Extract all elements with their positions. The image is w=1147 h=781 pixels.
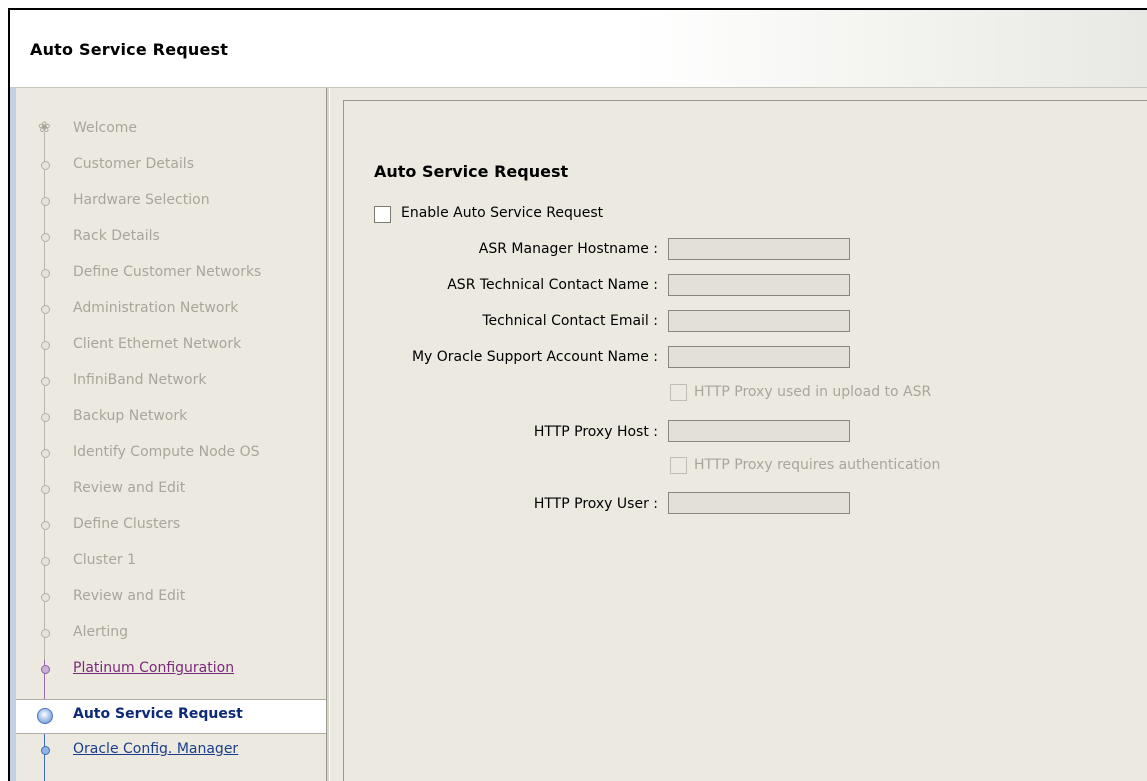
current-step-icon	[37, 708, 53, 724]
nav-item-label: Review and Edit	[73, 480, 186, 496]
asr-hostname-input[interactable]	[668, 238, 850, 260]
step-dot-icon	[41, 521, 50, 530]
window-body: Auto Service Request ❀ Welcome Customer …	[10, 10, 1147, 781]
proxy-auth-label: HTTP Proxy requires authentication	[694, 457, 941, 473]
proxy-host-input[interactable]	[668, 420, 850, 442]
contact-email-input[interactable]	[668, 310, 850, 332]
proxy-host-label: HTTP Proxy Host :	[533, 424, 658, 440]
nav-item-label: Define Customer Networks	[73, 264, 262, 280]
nav-item-label: InfiniBand Network	[73, 372, 207, 388]
nav-item-welcome: ❀ Welcome	[16, 114, 326, 150]
enable-asr-label[interactable]: Enable Auto Service Request	[401, 205, 603, 221]
step-dot-icon	[41, 746, 50, 755]
nav-item-label: Review and Edit	[73, 588, 186, 604]
section-title: Auto Service Request	[374, 162, 569, 181]
nav-item-label: Auto Service Request	[73, 706, 243, 722]
nav-item-backup-network: Backup Network	[16, 402, 326, 438]
nav-item-label: Welcome	[73, 120, 138, 136]
nav-item-cluster-1: Cluster 1	[16, 546, 326, 582]
welcome-step-icon: ❀	[38, 118, 51, 136]
nav-item-label: Customer Details	[73, 156, 194, 172]
step-dot-icon	[41, 449, 50, 458]
mos-account-input[interactable]	[668, 346, 850, 368]
contact-email-label: Technical Contact Email :	[482, 313, 658, 329]
step-dot-icon	[41, 197, 50, 206]
step-dot-icon	[41, 341, 50, 350]
step-dot-icon	[41, 233, 50, 242]
step-dot-icon	[41, 377, 50, 386]
step-dot-icon	[41, 161, 50, 170]
nav-item-define-customer-networks: Define Customer Networks	[16, 258, 326, 294]
step-dot-icon	[41, 557, 50, 566]
nav-item-define-clusters: Define Clusters	[16, 510, 326, 546]
contact-name-input[interactable]	[668, 274, 850, 296]
step-dot-icon	[41, 305, 50, 314]
nav-item-customer-details: Customer Details	[16, 150, 326, 186]
asr-hostname-label: ASR Manager Hostname :	[478, 241, 658, 257]
nav-item-alerting: Alerting	[16, 618, 326, 654]
step-dot-icon	[41, 485, 50, 494]
nav-item-review-and-edit-1: Review and Edit	[16, 474, 326, 510]
proxy-used-label: HTTP Proxy used in upload to ASR	[694, 384, 932, 400]
nav-item-oracle-config-manager[interactable]: Oracle Config. Manager	[16, 735, 326, 771]
proxy-used-checkbox[interactable]	[670, 384, 687, 401]
contact-name-label: ASR Technical Contact Name :	[447, 277, 658, 293]
nav-item-link[interactable]: Oracle Config. Manager	[73, 741, 238, 757]
nav-item-label: Identify Compute Node OS	[73, 444, 260, 460]
mos-account-label: My Oracle Support Account Name :	[411, 349, 658, 365]
nav-item-platinum-configuration[interactable]: Platinum Configuration	[16, 654, 326, 690]
nav-item-label: Client Ethernet Network	[73, 336, 242, 352]
proxy-auth-checkbox[interactable]	[670, 457, 687, 474]
nav-item-link[interactable]: Platinum Configuration	[73, 660, 234, 676]
step-dot-icon	[41, 629, 50, 638]
nav-item-label: Backup Network	[73, 408, 188, 424]
nav-item-rack-details: Rack Details	[16, 222, 326, 258]
step-dot-icon	[41, 269, 50, 278]
nav-item-label: Hardware Selection	[73, 192, 210, 208]
proxy-user-label: HTTP Proxy User :	[533, 496, 658, 512]
nav-item-review-and-edit-2: Review and Edit	[16, 582, 326, 618]
nav-divider	[326, 88, 330, 781]
title-bar: Auto Service Request	[10, 10, 1147, 88]
nav-item-hardware-selection: Hardware Selection	[16, 186, 326, 222]
window-title: Auto Service Request	[30, 40, 229, 59]
nav-item-infiniband-network: InfiniBand Network	[16, 366, 326, 402]
nav-item-label: Alerting	[73, 624, 128, 640]
proxy-user-input[interactable]	[668, 492, 850, 514]
step-dot-icon	[41, 665, 50, 674]
nav-item-identify-compute-node-os: Identify Compute Node OS	[16, 438, 326, 474]
nav-item-label: Cluster 1	[73, 552, 137, 568]
nav-item-label: Rack Details	[73, 228, 160, 244]
nav-item-label: Administration Network	[73, 300, 239, 316]
step-dot-icon	[41, 413, 50, 422]
nav-item-auto-service-request: Auto Service Request	[16, 699, 326, 734]
nav-item-client-ethernet-network: Client Ethernet Network	[16, 330, 326, 366]
nav-item-label: Define Clusters	[73, 516, 181, 532]
nav-item-administration-network: Administration Network	[16, 294, 326, 330]
enable-asr-checkbox[interactable]	[374, 206, 391, 223]
step-dot-icon	[41, 593, 50, 602]
